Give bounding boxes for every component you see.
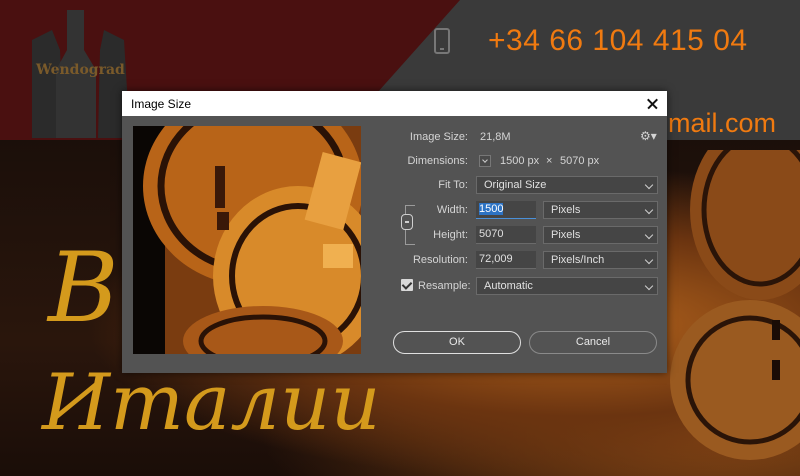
image-size-label: Image Size: (409, 131, 468, 143)
resolution-unit-value: Pixels/Inch (551, 254, 605, 266)
resolution-unit-select[interactable]: Pixels/Inch (543, 251, 658, 269)
logo-text: Wendograd (36, 62, 125, 78)
chevron-down-icon (644, 281, 654, 291)
width-unit-select[interactable]: Pixels (543, 201, 658, 219)
dimensions-label: Dimensions: (407, 155, 468, 167)
fit-to-select[interactable]: Original Size (476, 176, 658, 194)
dialog-titlebar[interactable]: Image Size (122, 91, 667, 116)
dimensions-units-dropdown-icon[interactable] (479, 155, 491, 167)
image-preview[interactable] (133, 126, 361, 354)
width-label: Width: (436, 204, 468, 216)
image-size-dialog: Image Size Image Size: 21,8M ⚙▾ Dimensio… (122, 91, 667, 373)
chevron-down-icon (644, 180, 654, 190)
dimensions-height-value: 5070 px (560, 155, 600, 167)
email-link[interactable]: mail.com (668, 108, 776, 139)
resolution-input[interactable]: 72,009 (476, 251, 536, 269)
script-heading-fragment: B (48, 232, 119, 344)
resolution-label: Resolution: (412, 254, 468, 266)
phone-number[interactable]: +34 66 104 415 04 (488, 24, 748, 58)
fit-to-label: Fit To: (438, 179, 468, 191)
constrain-proportions-link-icon[interactable] (401, 214, 413, 230)
height-value: 5070 (479, 228, 504, 240)
chevron-down-icon (644, 255, 654, 265)
height-unit-value: Pixels (551, 229, 581, 241)
width-unit-value: Pixels (551, 204, 581, 216)
chevron-down-icon (644, 230, 654, 240)
resample-checkbox[interactable] (401, 279, 413, 291)
cancel-button[interactable]: Cancel (529, 331, 657, 354)
height-unit-select[interactable]: Pixels (543, 226, 658, 244)
settings-gear-icon[interactable]: ⚙▾ (640, 129, 657, 143)
resample-method-value: Automatic (484, 280, 533, 292)
image-size-value: 21,8M (480, 131, 511, 143)
resample-method-select[interactable]: Automatic (476, 277, 658, 295)
dimensions-times-symbol: × (546, 155, 553, 167)
dimensions-width-value: 1500 px (500, 155, 540, 167)
phone-icon (434, 28, 450, 54)
width-input[interactable]: 1500 (476, 201, 536, 219)
width-value: 1500 (479, 203, 504, 215)
close-icon[interactable] (637, 91, 667, 116)
fit-to-value: Original Size (484, 179, 547, 191)
chevron-down-icon (644, 205, 654, 215)
ok-button[interactable]: OK (393, 331, 521, 354)
height-label: Height: (433, 229, 468, 241)
dialog-title: Image Size (131, 97, 192, 111)
resolution-value: 72,009 (479, 253, 513, 265)
resample-label: Resample: (418, 280, 471, 292)
height-input[interactable]: 5070 (476, 226, 536, 244)
